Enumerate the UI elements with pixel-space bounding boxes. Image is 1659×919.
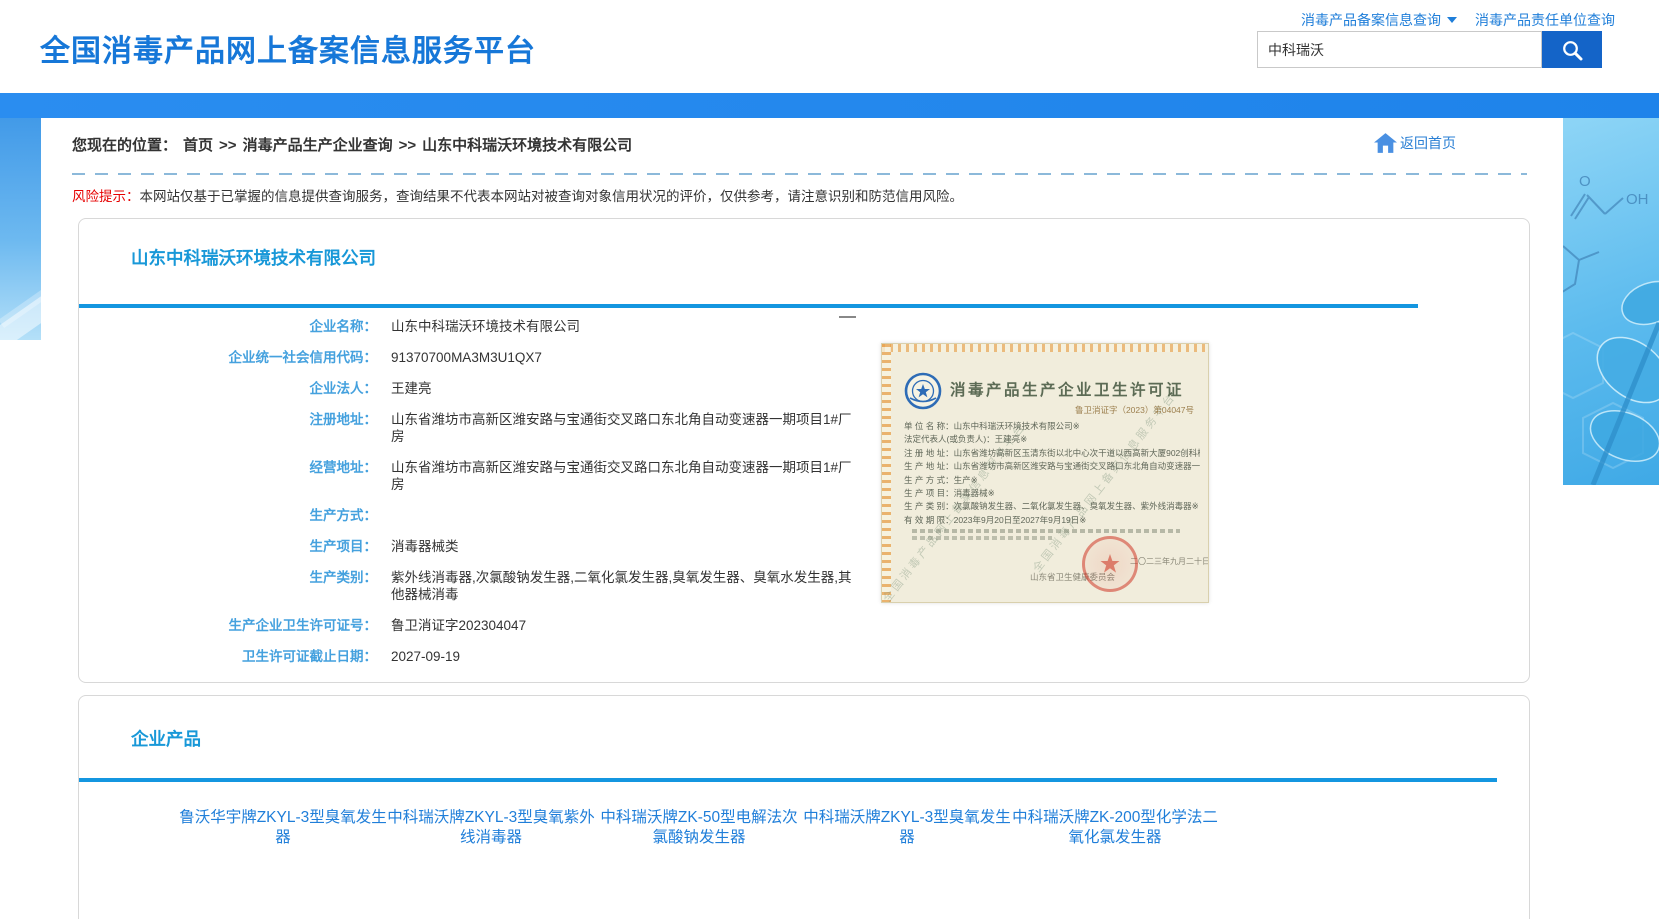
- certificate-number: 鲁卫消证字（2023）第04047号: [1075, 404, 1194, 416]
- field-value: 消毒器械类: [391, 538, 853, 555]
- field-label: 生产方式：: [79, 507, 377, 524]
- scan-mark-dash: [839, 316, 856, 318]
- field-row: 生产企业卫生许可证号： 鲁卫消证字202304047: [79, 610, 939, 641]
- product-link[interactable]: 中科瑞沃牌ZKYL-3型臭氧发生器: [803, 808, 1011, 848]
- field-value: 山东省潍坊市高新区潍安路与宝通街交叉路口东北角自动变速器一期项目1#厂房: [391, 411, 853, 445]
- dashed-divider: [72, 173, 1527, 175]
- certificate-line: 生 产 类 别：次氯酸钠发生器、二氧化氯发生器、臭氧发生器、紫外线消毒器※: [904, 500, 1200, 513]
- certificate-line: 注 册 地 址：山东省潍坊高新区玉清东街以北中心次干道以西高新大厦902创科楼: [904, 447, 1200, 460]
- products-section-rule: [79, 778, 1497, 782]
- field-value: 王建亮: [391, 380, 853, 397]
- risk-notice: 风险提示：本网站仅基于已掌握的信息提供查询服务，查询结果不代表本网站对被查询对象…: [72, 185, 963, 205]
- certificate-line: 有 效 期 限：2023年9月20日至2027年9月19日※: [904, 514, 1200, 527]
- field-label: 卫生许可证截止日期：: [79, 648, 377, 665]
- field-row: 生产项目： 消毒器械类: [79, 531, 939, 562]
- certificate-line: 单 位 名 称：山东中科瑞沃环境技术有限公司※: [904, 420, 1200, 433]
- certificate-issue-date: 二〇二三年九月二十日: [1130, 556, 1209, 567]
- nav-link-filing-query-label: 消毒产品备案信息查询: [1301, 10, 1441, 30]
- product-link[interactable]: 中科瑞沃牌ZKYL-3型臭氧紫外线消毒器: [387, 808, 595, 848]
- field-label: 生产项目：: [79, 538, 377, 555]
- svg-text:O: O: [1579, 173, 1591, 190]
- official-red-seal: [1082, 536, 1138, 592]
- company-fields: 企业名称： 山东中科瑞沃环境技术有限公司 企业统一社会信用代码： 91370700M…: [79, 311, 939, 672]
- breadcrumb: 您现在的位置： 首页 >> 消毒产品生产企业查询 >> 山东中科瑞沃环境技术有限公司: [72, 134, 638, 155]
- field-value: 2027-09-19: [391, 648, 853, 665]
- top-nav: 消毒产品备案信息查询 消毒产品责任单位查询: [1255, 10, 1615, 30]
- nav-link-filing-query[interactable]: 消毒产品备案信息查询: [1301, 10, 1457, 30]
- breadcrumb-prefix: 您现在的位置：: [72, 137, 177, 154]
- company-section-rule: [79, 304, 1418, 308]
- site-title: 全国消毒产品网上备案信息服务平台: [40, 26, 536, 70]
- certificate-fine-print: [912, 536, 1052, 540]
- molecule-flower-illustration: O OH: [1563, 118, 1659, 485]
- breadcrumb-separator: >>: [219, 137, 237, 154]
- field-value: 山东省潍坊市高新区潍安路与宝通街交叉路口东北角自动变速器一期项目1#厂房: [391, 459, 853, 493]
- field-value: 91370700MA3M3U1QX7: [391, 349, 853, 366]
- field-label: 经营地址：: [79, 459, 377, 493]
- field-label: 生产企业卫生许可证号：: [79, 617, 377, 634]
- product-link[interactable]: 中科瑞沃牌ZK-50型电解法次氯酸钠发生器: [595, 808, 803, 848]
- back-home-link[interactable]: 返回首页: [1374, 133, 1456, 153]
- product-link[interactable]: 中科瑞沃牌ZK-200型化学法二氧化氯发生器: [1011, 808, 1219, 848]
- certificate-image: 全国消毒产品网上备案信息服务平台 全国消毒产品网上备案信息服务平台 消毒产品生产…: [881, 343, 1209, 603]
- field-value: 山东中科瑞沃环境技术有限公司: [391, 318, 853, 335]
- risk-notice-text: 本网站仅基于已掌握的信息提供查询服务，查询结果不代表本网站对被查询对象信用状况的…: [140, 189, 964, 204]
- field-value: [391, 507, 853, 524]
- field-label: 企业法人：: [79, 380, 377, 397]
- product-link[interactable]: 鲁沃华宇牌ZKYL-3型臭氧发生器: [179, 808, 387, 848]
- field-row: 经营地址： 山东省潍坊市高新区潍安路与宝通街交叉路口东北角自动变速器一期项目1#厂…: [79, 452, 939, 500]
- products-list: 鲁沃华宇牌ZKYL-3型臭氧发生器 中科瑞沃牌ZKYL-3型臭氧紫外线消毒器 中…: [179, 808, 1439, 874]
- products-card-title: 企业产品: [131, 726, 201, 751]
- breadcrumb-item-enterprise-query[interactable]: 消毒产品生产企业查询: [243, 137, 393, 154]
- health-commission-emblem-icon: [904, 372, 942, 415]
- field-label: 注册地址：: [79, 411, 377, 445]
- field-label: 企业统一社会信用代码：: [79, 349, 377, 366]
- company-card: 山东中科瑞沃环境技术有限公司 企业名称： 山东中科瑞沃环境技术有限公司 企业统一社…: [78, 218, 1530, 683]
- page: 全国消毒产品网上备案信息服务平台 消毒产品备案信息查询 消毒产品责任单位查询: [0, 0, 1659, 919]
- search-button[interactable]: [1542, 31, 1602, 68]
- certificate-title: 消毒产品生产企业卫生许可证: [950, 378, 1184, 400]
- search-icon: [1560, 38, 1584, 62]
- products-card: 企业产品 鲁沃华宇牌ZKYL-3型臭氧发生器 中科瑞沃牌ZKYL-3型臭氧紫外线…: [78, 695, 1530, 919]
- field-label: 企业名称：: [79, 318, 377, 335]
- right-background-art: O OH: [1563, 118, 1659, 485]
- seal-star-icon: [1099, 553, 1121, 575]
- nav-link-responsible-unit-query-label: 消毒产品责任单位查询: [1475, 10, 1615, 30]
- left-background-art: [0, 118, 41, 340]
- field-label: 生产类别：: [79, 569, 377, 603]
- breadcrumb-item-current: 山东中科瑞沃环境技术有限公司: [422, 137, 632, 154]
- breadcrumb-separator: >>: [399, 137, 417, 154]
- back-home-label: 返回首页: [1400, 133, 1456, 153]
- field-value: 紫外线消毒器,次氯酸钠发生器,二氧化氯发生器,臭氧发生器、臭氧水发生器,其他器械…: [391, 569, 853, 603]
- certificate-fine-print: [912, 529, 1180, 533]
- certificate-lines: 单 位 名 称：山东中科瑞沃环境技术有限公司※ 法定代表人(或负责人)：王建亮※…: [904, 420, 1200, 527]
- home-icon: [1374, 133, 1397, 153]
- risk-notice-label: 风险提示：: [72, 189, 140, 204]
- certificate-line: 生 产 项 目：消毒器械※: [904, 487, 1200, 500]
- certificate-border-ornament-top: [882, 344, 1208, 352]
- field-row: 企业名称： 山东中科瑞沃环境技术有限公司: [79, 311, 939, 342]
- field-row: 注册地址： 山东省潍坊市高新区潍安路与宝通街交叉路口东北角自动变速器一期项目1#厂…: [79, 404, 939, 452]
- svg-text:OH: OH: [1626, 191, 1649, 208]
- chevron-down-icon: [1447, 17, 1457, 23]
- search-input[interactable]: [1257, 31, 1542, 68]
- field-row: 企业法人： 王建亮: [79, 373, 939, 404]
- company-card-title: 山东中科瑞沃环境技术有限公司: [131, 245, 376, 270]
- field-row: 生产类别： 紫外线消毒器,次氯酸钠发生器,二氧化氯发生器,臭氧发生器、臭氧水发生器…: [79, 562, 939, 610]
- certificate-line: 生 产 方 式：生产※: [904, 474, 1200, 487]
- certificate-line: 法定代表人(或负责人)：王建亮※: [904, 433, 1200, 446]
- certificate-line: 生 产 地 址：山东省潍坊市高新区潍安路与宝通街交叉路口东北角自动变速器一期项目…: [904, 460, 1200, 473]
- breadcrumb-item-home[interactable]: 首页: [183, 137, 213, 154]
- field-value: 鲁卫消证字202304047: [391, 617, 853, 634]
- top-banner-band: [0, 93, 1659, 118]
- nav-link-responsible-unit-query[interactable]: 消毒产品责任单位查询: [1475, 10, 1615, 30]
- field-row: 生产方式：: [79, 500, 939, 531]
- field-row: 卫生许可证截止日期： 2027-09-19: [79, 641, 939, 672]
- field-row: 企业统一社会信用代码： 91370700MA3M3U1QX7: [79, 342, 939, 373]
- certificate-border-ornament-left: [882, 344, 891, 602]
